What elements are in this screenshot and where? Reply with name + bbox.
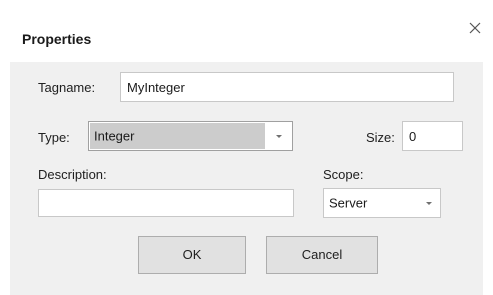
type-dropdown[interactable]: Integer bbox=[88, 121, 293, 151]
type-value: Integer bbox=[94, 128, 135, 144]
size-input[interactable] bbox=[402, 121, 463, 151]
tagname-label: Tagname: bbox=[38, 80, 96, 95]
dialog-body: Tagname: Type: Integer Size: Description… bbox=[10, 62, 483, 295]
dialog-title: Properties bbox=[22, 31, 92, 47]
description-label: Description: bbox=[38, 167, 107, 182]
properties-dialog: Properties Tagname: Type: Integer Size: … bbox=[0, 0, 493, 295]
description-input[interactable] bbox=[38, 189, 294, 217]
size-label: Size: bbox=[366, 130, 395, 145]
type-chevron-down-icon bbox=[276, 135, 282, 138]
title-bar[interactable]: Properties bbox=[0, 0, 493, 62]
close-icon bbox=[469, 22, 481, 34]
scope-dropdown[interactable]: Server bbox=[323, 188, 441, 218]
scope-label: Scope: bbox=[323, 167, 364, 182]
scope-value: Server bbox=[329, 195, 368, 211]
tagname-input[interactable] bbox=[120, 72, 454, 102]
scope-chevron-down-icon bbox=[426, 202, 432, 205]
type-label: Type: bbox=[38, 130, 70, 145]
close-button[interactable] bbox=[465, 18, 485, 38]
cancel-button[interactable]: Cancel bbox=[266, 236, 378, 274]
ok-button[interactable]: OK bbox=[138, 236, 246, 274]
